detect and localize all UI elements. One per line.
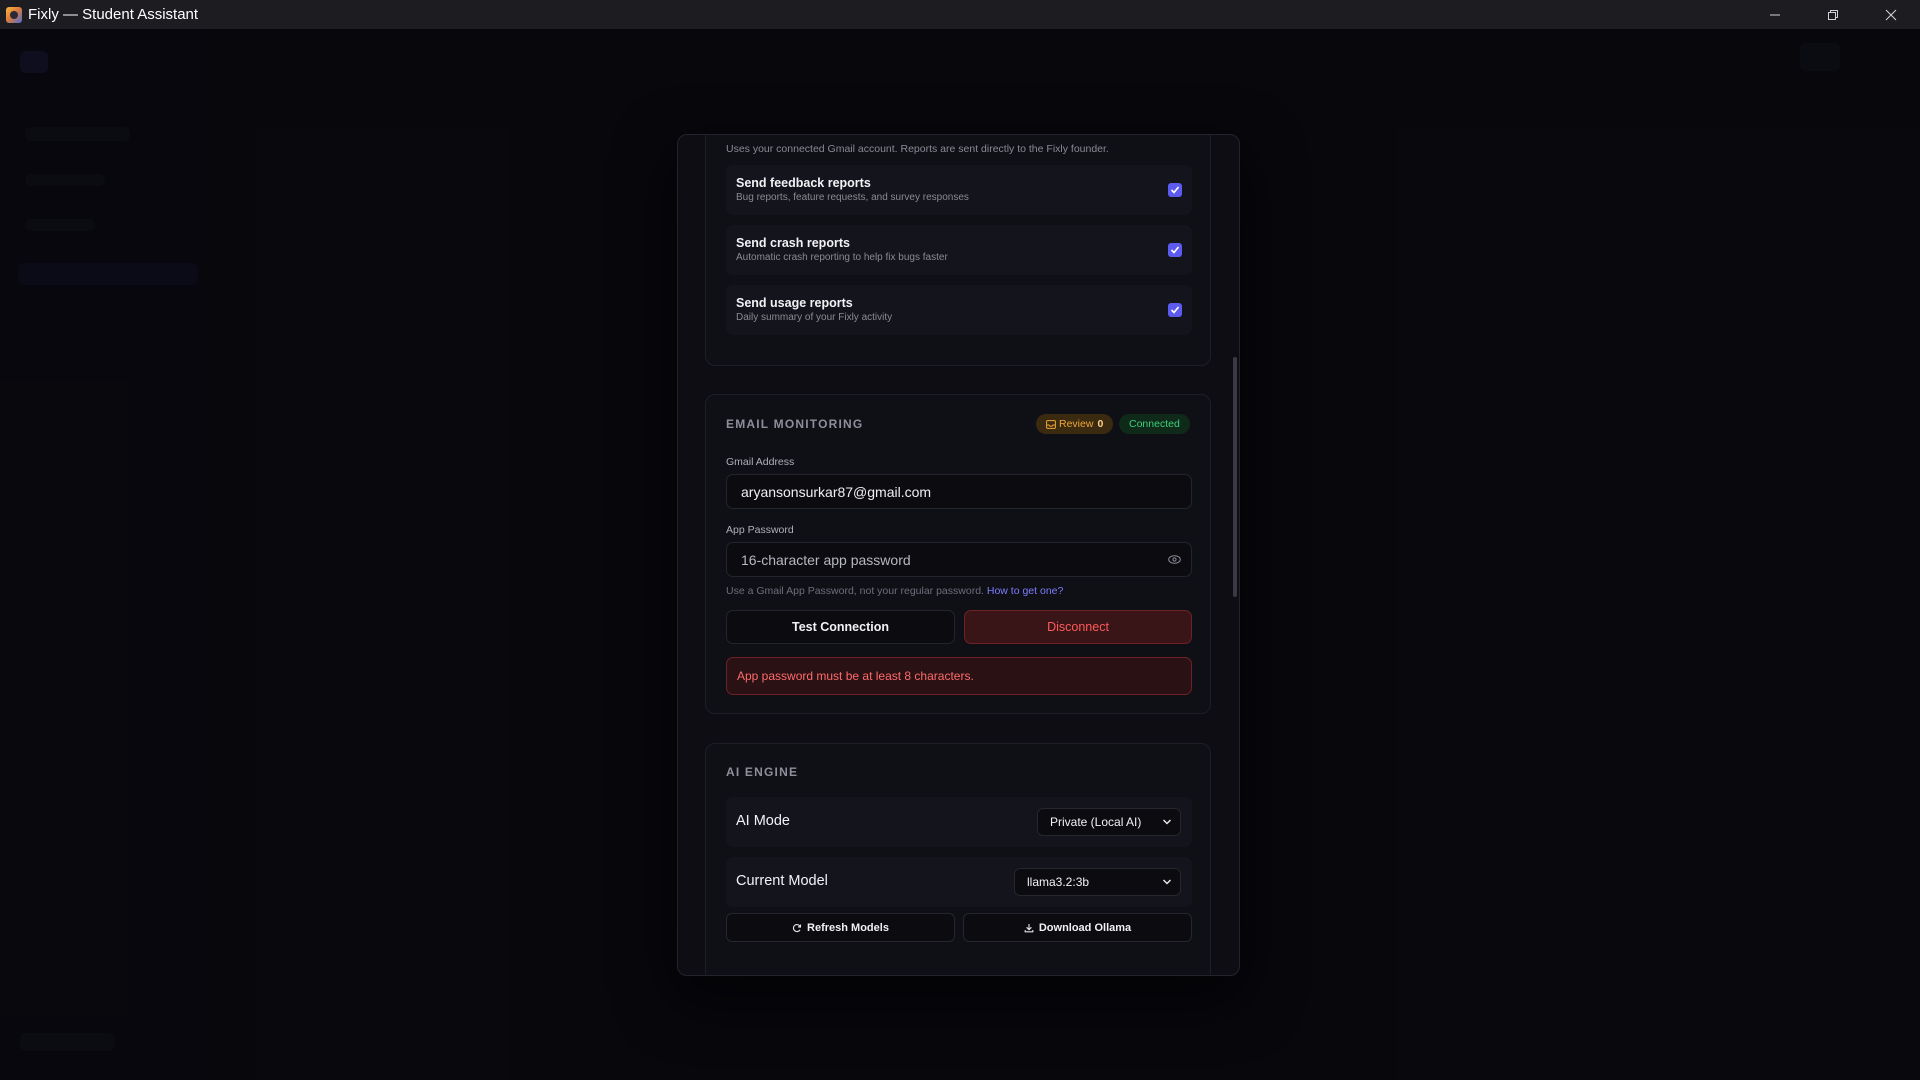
section-title: AI ENGINE <box>726 765 799 779</box>
settings-modal: Uses your connected Gmail account. Repor… <box>677 134 1240 976</box>
download-ollama-button[interactable]: Download Ollama <box>963 913 1192 942</box>
feedback-reports-checkbox[interactable] <box>1168 183 1182 197</box>
scrollbar-thumb[interactable] <box>1233 357 1237 597</box>
app-password-input[interactable]: 16-character app password <box>726 542 1192 577</box>
crash-reports-checkbox[interactable] <box>1168 243 1182 257</box>
download-ollama-label: Download Ollama <box>1038 921 1132 934</box>
app-logo-icon <box>6 6 22 23</box>
row-title: Send usage reports <box>736 296 853 310</box>
connection-status-badge: Connected <box>1119 414 1190 434</box>
reports-card: Uses your connected Gmail account. Repor… <box>705 135 1211 366</box>
row-subtitle: Bug reports, feature requests, and surve… <box>736 192 969 203</box>
current-model-label: Current Model <box>736 873 828 889</box>
minimize-icon[interactable] <box>1746 0 1804 29</box>
email-monitoring-card: EMAIL MONITORING Review 0 Connected Gmai… <box>705 394 1211 714</box>
check-icon <box>1170 306 1180 314</box>
reports-note: Uses your connected Gmail account. Repor… <box>726 143 1109 155</box>
review-count: 0 <box>1097 418 1104 430</box>
current-model-value: llama3.2:3b <box>1027 875 1090 889</box>
gmail-label: Gmail Address <box>726 456 795 468</box>
usage-reports-row[interactable]: Send usage reports Daily summary of your… <box>726 285 1192 335</box>
review-label: Review <box>1059 418 1094 430</box>
refresh-icon <box>792 923 802 932</box>
row-subtitle: Daily summary of your Fixly activity <box>736 312 893 323</box>
test-connection-button[interactable]: Test Connection <box>726 610 955 644</box>
current-model-row: Current Model llama3.2:3b <box>726 857 1192 907</box>
password-hint: Use a Gmail App Password, not your regul… <box>726 585 1063 597</box>
feedback-reports-row[interactable]: Send feedback reports Bug reports, featu… <box>726 165 1192 215</box>
ai-mode-label: AI Mode <box>736 813 790 829</box>
ai-mode-select[interactable]: Private (Local AI) <box>1037 808 1181 836</box>
review-badge[interactable]: Review 0 <box>1036 414 1114 434</box>
app-password-placeholder: 16-character app password <box>741 551 911 568</box>
row-subtitle: Automatic crash reporting to help fix bu… <box>736 252 948 263</box>
section-title: EMAIL MONITORING <box>726 417 864 431</box>
gmail-address-input[interactable]: aryansonsurkar87@gmail.com <box>726 474 1192 509</box>
inbox-icon <box>1046 419 1056 429</box>
restore-icon[interactable] <box>1804 0 1862 29</box>
window-title: Fixly — Student Assistant <box>28 6 199 23</box>
app-password-label: App Password <box>726 524 794 536</box>
current-model-select[interactable]: llama3.2:3b <box>1014 868 1181 896</box>
refresh-models-label: Refresh Models <box>807 921 889 934</box>
chevron-down-icon <box>1162 879 1172 885</box>
error-message: App password must be at least 8 characte… <box>726 657 1192 695</box>
close-icon[interactable] <box>1862 0 1920 29</box>
window-controls <box>1746 0 1920 29</box>
how-to-get-link[interactable]: How to get one? <box>987 585 1063 597</box>
title-bar: Fixly — Student Assistant <box>0 0 1920 29</box>
check-icon <box>1170 246 1180 254</box>
refresh-models-button[interactable]: Refresh Models <box>726 913 955 942</box>
row-title: Send crash reports <box>736 236 850 250</box>
ai-mode-row: AI Mode Private (Local AI) <box>726 797 1192 847</box>
hint-text: Use a Gmail App Password, not your regul… <box>726 585 984 597</box>
chevron-down-icon <box>1162 819 1172 825</box>
download-icon <box>1024 923 1034 932</box>
disconnect-button[interactable]: Disconnect <box>964 610 1192 644</box>
check-icon <box>1170 186 1180 194</box>
ai-engine-card: AI ENGINE AI Mode Private (Local AI) Cur… <box>705 743 1211 975</box>
row-title: Send feedback reports <box>736 176 871 190</box>
show-password-icon[interactable] <box>1168 554 1181 565</box>
crash-reports-row[interactable]: Send crash reports Automatic crash repor… <box>726 225 1192 275</box>
ai-mode-value: Private (Local AI) <box>1050 815 1142 829</box>
usage-reports-checkbox[interactable] <box>1168 303 1182 317</box>
